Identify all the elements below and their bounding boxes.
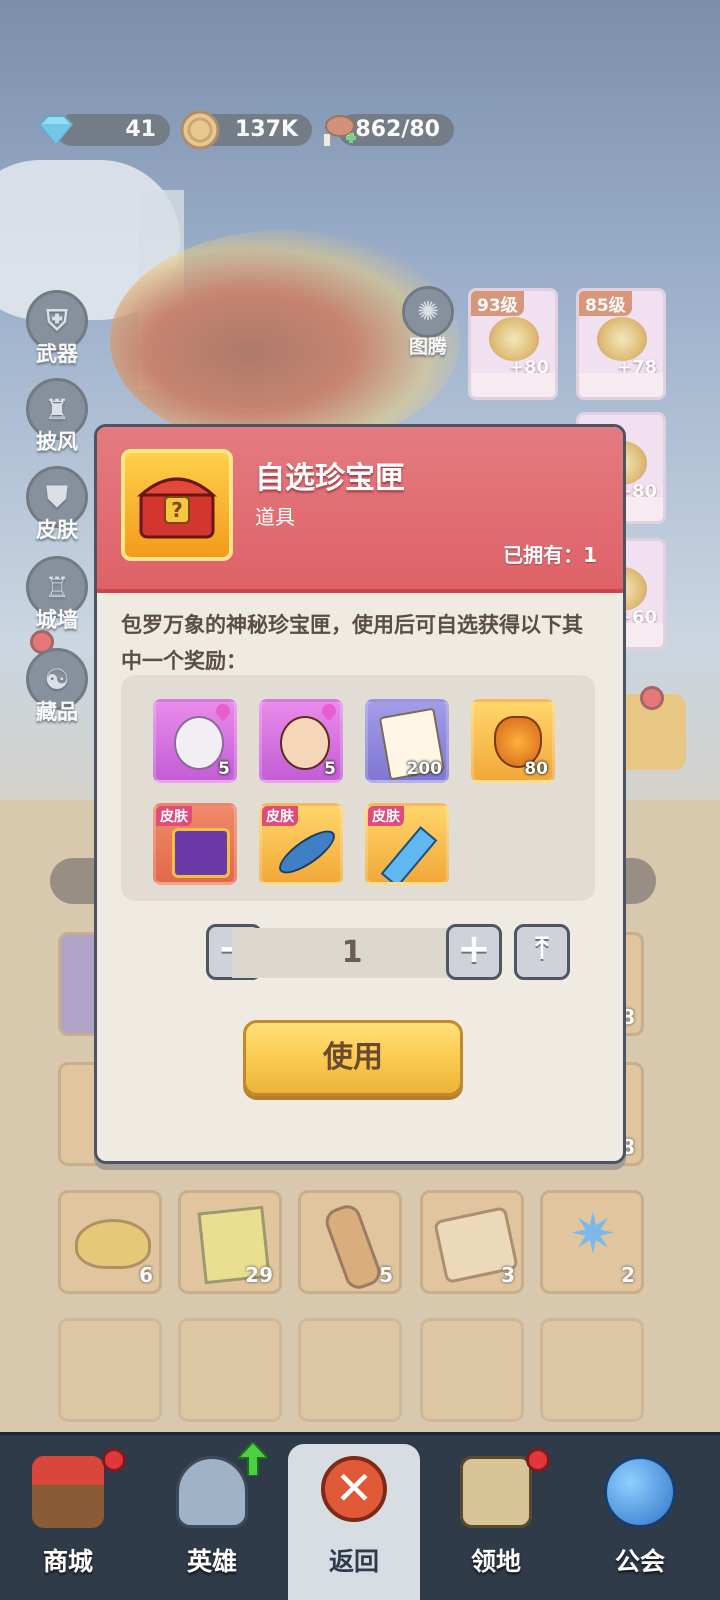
reward-count: 5 bbox=[218, 759, 230, 779]
shard-drop-icon bbox=[319, 702, 339, 721]
skin-tag: 皮肤 bbox=[262, 806, 298, 826]
castle-icon bbox=[460, 1456, 532, 1528]
close-x-icon: ✕ bbox=[321, 1456, 387, 1522]
hero-portrait-icon bbox=[280, 716, 330, 770]
reward-skin-swordfish[interactable]: 皮肤 bbox=[259, 803, 343, 885]
hero-portrait-icon bbox=[174, 716, 224, 770]
crystal-sword-icon bbox=[380, 826, 438, 882]
reward-options-panel: 5 5 200 80 皮肤 皮肤 皮肤 bbox=[121, 675, 595, 901]
nav-hero-label: 英雄 bbox=[186, 1547, 237, 1576]
planet-icon bbox=[604, 1456, 676, 1528]
owned-count: 已拥有：1 bbox=[503, 543, 597, 567]
nav-territory[interactable]: 领地 bbox=[436, 1450, 556, 1600]
nav-shop[interactable]: 商城 bbox=[8, 1450, 128, 1600]
skin-tag: 皮肤 bbox=[156, 806, 192, 826]
shard-drop-icon bbox=[213, 702, 233, 721]
nav-shop-label: 商城 bbox=[42, 1547, 93, 1576]
reward-count: 80 bbox=[524, 759, 548, 779]
header-divider bbox=[97, 589, 623, 593]
increase-button[interactable]: + bbox=[446, 924, 502, 980]
swordfish-icon bbox=[273, 823, 340, 881]
game-screen: 41 137K 2862/80 ⛨ 武器 ♜ 披风 ⛊ 皮肤 ♖ 城墙 ☯ 藏品… bbox=[0, 0, 720, 1600]
quantity-field[interactable]: 1 bbox=[232, 928, 472, 978]
item-type: 道具 bbox=[255, 505, 295, 529]
reward-skin-crystal-sword[interactable]: 皮肤 bbox=[365, 803, 449, 885]
notification-dot bbox=[526, 1448, 550, 1472]
reward-hero-shard-girl[interactable]: 5 bbox=[259, 699, 343, 783]
shop-stall-icon bbox=[32, 1456, 104, 1528]
skin-tag: 皮肤 bbox=[368, 806, 404, 826]
reward-count: 200 bbox=[406, 759, 443, 779]
treasure-chest-icon: ? bbox=[121, 449, 233, 561]
item-title: 自选珍宝匣 bbox=[255, 461, 405, 496]
nav-back[interactable]: ✕ 返回 bbox=[294, 1450, 414, 1600]
svg-text:?: ? bbox=[171, 498, 183, 522]
max-quantity-button[interactable]: ⤒ bbox=[514, 924, 570, 980]
upgrade-arrow-icon bbox=[235, 1440, 271, 1477]
notification-dot bbox=[102, 1448, 126, 1472]
nav-guild-label: 公会 bbox=[614, 1547, 665, 1576]
item-description: 包罗万象的神秘珍宝匣，使用后可自选获得以下其中一个奖励： bbox=[121, 613, 583, 673]
nav-back-label: 返回 bbox=[328, 1547, 379, 1576]
use-button[interactable]: 使用 bbox=[243, 1020, 463, 1096]
dialog-header: ? 自选珍宝匣 道具 已拥有：1 bbox=[97, 427, 623, 589]
reward-integral-scroll[interactable]: 200 bbox=[365, 699, 449, 783]
nav-territory-label: 领地 bbox=[470, 1547, 521, 1576]
reward-amber-crystal[interactable]: 80 bbox=[471, 699, 555, 783]
nav-guild[interactable]: 公会 bbox=[580, 1450, 700, 1600]
purple-chest-icon bbox=[172, 828, 230, 878]
reward-count: 5 bbox=[324, 759, 336, 779]
reward-skin-chest[interactable]: 皮肤 bbox=[153, 803, 237, 885]
reward-hero-shard-swordsman[interactable]: 5 bbox=[153, 699, 237, 783]
